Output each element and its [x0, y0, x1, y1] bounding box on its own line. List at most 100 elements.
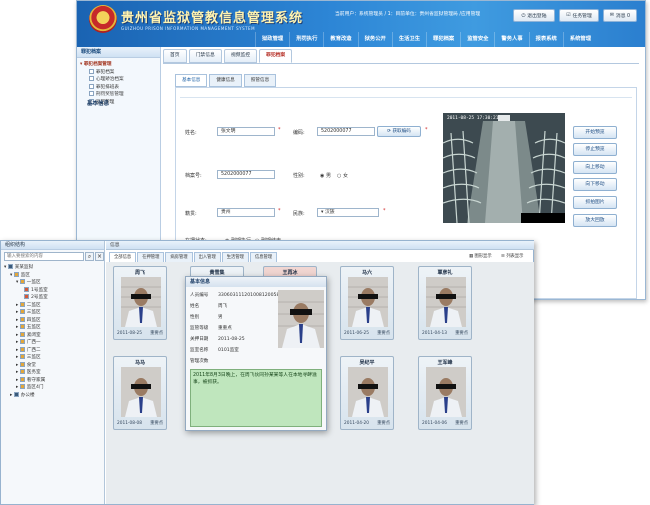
file-icon — [89, 91, 94, 96]
snapshot-button[interactable]: 抓拍图片 — [573, 196, 617, 209]
folder-icon — [19, 331, 25, 337]
gender-male-radio[interactable]: ◉ 男 — [320, 172, 331, 179]
nav-item[interactable]: 监管安全 — [460, 32, 494, 47]
org-title: 组织结构 — [1, 241, 104, 250]
prisoner-card[interactable]: 吴纪平 2011-04-20 重要点 — [340, 356, 394, 430]
search-icon[interactable]: ⌕ — [85, 252, 94, 261]
stop-preview-button[interactable]: 停止预览 — [573, 143, 617, 156]
prisoner-card[interactable]: 马六 2011-06-25 重要点 — [340, 266, 394, 340]
task-button[interactable]: ☑ 任务管理 — [559, 9, 599, 22]
icon-view-toggle[interactable]: ▦ 图形显示 — [469, 253, 492, 259]
subtab-health[interactable]: 健康信息 — [209, 74, 242, 87]
tree-node[interactable]: 1号监室 — [24, 286, 48, 295]
detail-popup: 基本信息 人员编号 330603111201008120058 姓名 周飞 性别男 … — [185, 276, 327, 431]
popup-row: 人员编号 330603111201008120058 — [190, 293, 280, 298]
sidebar-group[interactable]: ▾ 罪犯档案管理 — [77, 58, 160, 69]
nav-item[interactable]: 报表系统 — [528, 32, 563, 47]
power-icon: ⏻ — [521, 13, 526, 19]
move-up-button[interactable]: 向上移动 — [573, 161, 617, 174]
mugshot-svg — [348, 277, 388, 327]
main-title: 信息 — [106, 241, 534, 250]
main-nav: 狱政管理 刑罚执行 教育改造 狱务公开 生活卫生 罪犯档案 监管安全 警务人事 … — [255, 32, 597, 47]
prisoner-card[interactable]: 覃彦礼 2011-04-13 重要点 — [418, 266, 472, 340]
task-icon: ☑ — [566, 13, 571, 18]
nav-item[interactable]: 生活卫生 — [391, 32, 426, 47]
tab-divider — [163, 63, 639, 64]
tree-node[interactable]: ▸ 食堂 — [16, 361, 48, 370]
tab-access[interactable]: 门禁信息 — [188, 49, 222, 63]
gender-female-radio[interactable]: ○ 女 — [337, 172, 348, 179]
org-panel: 组织结构 输入要搜索的内容 ⌕ × ▾ 某某监狱 ▾ 监区 ▾ 一监区 1号监室… — [1, 241, 105, 504]
folder-icon — [19, 384, 25, 389]
message-button[interactable]: ✉ 消息 0 — [603, 9, 637, 22]
nav-item[interactable]: 狱政管理 — [255, 32, 289, 47]
origin-input[interactable]: 贵州 — [217, 208, 275, 217]
subtab-care[interactable]: 照管信息 — [243, 74, 277, 87]
nav-item[interactable]: 教育改造 — [323, 32, 357, 47]
tree-node[interactable]: ▸ 看守家属 — [16, 376, 48, 385]
ethnic-select[interactable]: ▾ 汉族 — [317, 208, 379, 217]
police-emblem-icon — [89, 5, 117, 33]
close-icon[interactable]: × — [95, 252, 104, 261]
org-tree: ▾ 某某监狱 ▾ 监区 ▾ 一监区 1号监室 2号监室 ▸ 二监区 ▸ 三监区 … — [4, 264, 48, 399]
tree-node[interactable]: ▸ 五监区 — [16, 324, 48, 332]
tree-node[interactable]: ▸ 三监区 — [16, 309, 48, 317]
tree-node[interactable]: ▸ 医务室 — [16, 369, 48, 377]
logout-button[interactable]: ⏻ 退出登陆 — [513, 9, 555, 22]
tree-node[interactable]: ▸ 四监区 — [16, 316, 48, 325]
mugshot-svg — [426, 277, 466, 327]
sidebar-item-reward[interactable]: 刑罚奖惩管理 — [89, 91, 160, 99]
file-icon — [89, 76, 94, 81]
name-input[interactable]: 张文明 — [217, 127, 275, 136]
prisoner-card[interactable]: 王军峰 2011-04-06 重要点 — [418, 356, 472, 430]
popup-row: 监管等级 重重点 — [190, 326, 232, 331]
required-mark: * — [383, 208, 386, 214]
tab-home[interactable]: 首页 — [163, 49, 187, 63]
popup-row: 性别男 — [190, 315, 223, 320]
tree-node[interactable]: ▸ 紧闭室 — [16, 331, 48, 340]
tree-node[interactable]: ▸ 广西一 — [16, 339, 48, 347]
code-input[interactable]: 5202000077 — [317, 127, 375, 136]
tab-bar: 首页 门禁信息 视频监控 罪犯档案 — [163, 49, 293, 63]
tree-node[interactable]: ▸ 广西二 — [16, 346, 48, 355]
sidebar-item-schedule[interactable]: 罪犯排班表 — [89, 83, 160, 92]
subtab-bar: 基本信息 健康信息 照管信息 — [175, 74, 277, 87]
nav-item[interactable]: 狱务公开 — [357, 32, 392, 47]
folder-icon — [7, 264, 13, 269]
search-input[interactable]: 输入要搜索的内容 — [4, 252, 84, 261]
tab-archive[interactable]: 罪犯档案 — [259, 49, 293, 63]
prisoner-card[interactable]: 马马 2011-08-08 重要点 — [113, 356, 167, 430]
nav-item[interactable]: 系统管理 — [562, 32, 597, 47]
zoom-playback-button[interactable]: 放大回放 — [573, 214, 617, 227]
nav-item[interactable]: 刑罚执行 — [289, 32, 323, 47]
prisoner-card[interactable]: 周飞 2011-08-25 重要点 — [113, 266, 167, 340]
tree-node[interactable]: ▾ 监区 — [10, 271, 48, 280]
popup-title: 基本信息 — [186, 277, 326, 287]
tree-node[interactable]: ▾ 一监区 — [16, 279, 48, 287]
nav-item[interactable]: 警务人事 — [494, 32, 528, 47]
code-label: 编码: — [293, 130, 305, 136]
folder-icon — [19, 369, 25, 374]
tree-node[interactable]: ▸ 二监区 — [16, 301, 48, 310]
divider — [180, 97, 632, 98]
tab-video[interactable]: 视频监控 — [223, 49, 258, 63]
tree-node[interactable]: ▸ 监区4门 — [16, 384, 48, 392]
file-input[interactable]: 5202000077 — [217, 170, 275, 179]
folder-icon — [19, 361, 25, 367]
tree-node[interactable]: 2号监室 — [24, 294, 48, 302]
tree-node[interactable]: ▸ 三监区 — [16, 354, 48, 362]
fetch-code-button[interactable]: ⟳ 获取编码 — [377, 126, 421, 137]
tree-root[interactable]: ▾ 某某监狱 — [4, 264, 48, 272]
move-down-button[interactable]: 向下移动 — [573, 178, 617, 191]
sidebar-item-psych[interactable]: 心理矫治档案 — [89, 76, 160, 84]
subtab-basic[interactable]: 基本信息 — [175, 74, 208, 87]
list-view-toggle[interactable]: ☰ 列表显示 — [501, 253, 523, 259]
tree-node[interactable]: ▸ 办公楼 — [10, 391, 48, 400]
folder-icon — [19, 324, 25, 329]
start-preview-button[interactable]: 开始预览 — [573, 126, 617, 139]
nav-item[interactable]: 罪犯档案 — [426, 32, 460, 47]
sidebar-item-archive[interactable]: 罪犯档案 — [89, 68, 160, 77]
app-header: 贵州省监狱管教信息管理系统 GUIZHOU PRISON INFORMATION… — [77, 1, 645, 47]
file-icon — [89, 83, 94, 89]
popup-row: 管理次数 — [190, 359, 209, 364]
